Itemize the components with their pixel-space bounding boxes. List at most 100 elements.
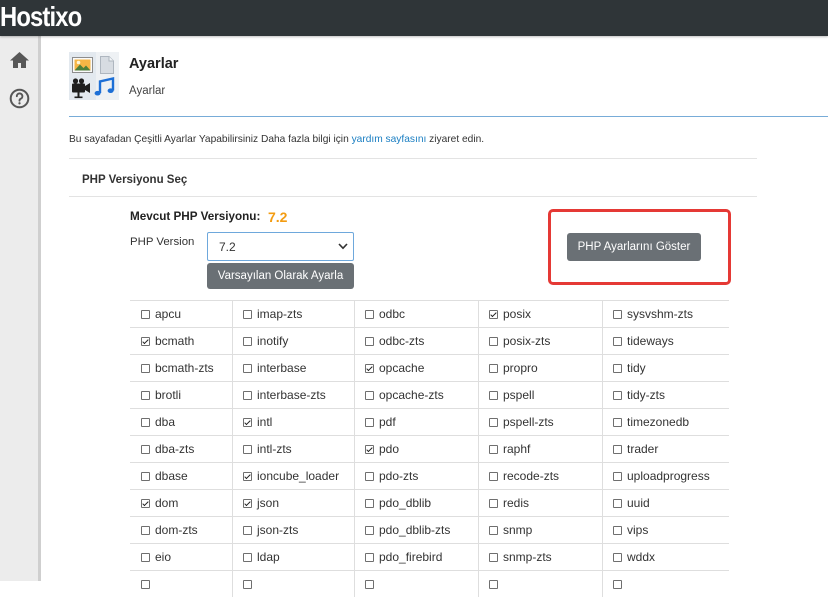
extension-option[interactable]: imap-zts: [243, 307, 302, 321]
show-php-settings-button[interactable]: PHP Ayarlarını Göster: [567, 233, 701, 261]
extension-checkbox[interactable]: [613, 417, 622, 427]
extension-option[interactable]: brotli: [141, 388, 181, 402]
extension-option[interactable]: trader: [613, 442, 658, 456]
extension-checkbox[interactable]: [613, 525, 622, 535]
extension-checkbox[interactable]: [141, 525, 150, 535]
extension-option[interactable]: json-zts: [243, 523, 298, 537]
extension-checkbox[interactable]: [365, 309, 374, 319]
extension-checkbox[interactable]: [243, 390, 252, 400]
extension-option[interactable]: pdo: [365, 442, 399, 456]
extension-checkbox[interactable]: [365, 336, 374, 346]
extension-checkbox[interactable]: [243, 309, 252, 319]
extension-checkbox[interactable]: [489, 363, 498, 373]
extension-option[interactable]: uploadprogress: [613, 469, 710, 483]
extension-option[interactable]: snmp-zts: [489, 550, 552, 564]
extension-option[interactable]: snmp: [489, 523, 532, 537]
extension-option[interactable]: redis: [489, 496, 529, 510]
extension-option[interactable]: pspell: [489, 388, 534, 402]
extension-checkbox[interactable]: [613, 336, 622, 346]
extension-checkbox[interactable]: [613, 309, 622, 319]
extension-checkbox[interactable]: [141, 552, 150, 562]
extension-option[interactable]: eio: [141, 550, 171, 564]
extension-checkbox[interactable]: [489, 417, 498, 427]
extension-checkbox[interactable]: [613, 444, 622, 454]
extension-checkbox[interactable]: [489, 525, 498, 535]
extension-checkbox[interactable]: [243, 471, 252, 481]
extension-checkbox[interactable]: [489, 336, 498, 346]
extension-checkbox[interactable]: [141, 417, 150, 427]
extension-checkbox[interactable]: [141, 309, 150, 319]
set-default-button[interactable]: Varsayılan Olarak Ayarla: [207, 263, 354, 289]
extension-option[interactable]: pdo_dblib-zts: [365, 523, 450, 537]
extension-option[interactable]: vips: [613, 523, 648, 537]
extension-checkbox[interactable]: [489, 552, 498, 562]
extension-option[interactable]: dba-zts: [141, 442, 194, 456]
extension-option[interactable]: tidy-zts: [613, 388, 665, 402]
extension-checkbox[interactable]: [141, 363, 150, 373]
extension-checkbox[interactable]: [243, 525, 252, 535]
sidebar-item-home[interactable]: [7, 49, 31, 71]
extension-checkbox[interactable]: [489, 471, 498, 481]
extension-checkbox[interactable]: [141, 444, 150, 454]
extension-option[interactable]: uuid: [613, 496, 650, 510]
extension-checkbox[interactable]: [613, 471, 622, 481]
extension-option[interactable]: wddx: [613, 550, 655, 564]
extension-option[interactable]: tidy: [613, 361, 646, 375]
extension-option[interactable]: timezonedb: [613, 415, 689, 429]
extension-checkbox[interactable]: [243, 552, 252, 562]
extension-option[interactable]: posix: [489, 307, 531, 321]
extension-checkbox[interactable]: [243, 444, 252, 454]
extension-option[interactable]: propro: [489, 361, 538, 375]
extension-option[interactable]: pdo_dblib: [365, 496, 431, 510]
extension-checkbox[interactable]: [489, 498, 498, 508]
extension-option[interactable]: dom-zts: [141, 523, 198, 537]
php-version-select[interactable]: 7.2: [207, 232, 354, 261]
extension-option[interactable]: dba: [141, 415, 175, 429]
extension-checkbox[interactable]: [141, 390, 150, 400]
extension-checkbox[interactable]: [613, 390, 622, 400]
extension-option[interactable]: ioncube_loader: [243, 469, 339, 483]
extension-checkbox[interactable]: [141, 498, 150, 508]
extension-option[interactable]: pdo-zts: [365, 469, 418, 483]
extension-option[interactable]: json: [243, 496, 279, 510]
extension-option[interactable]: dom: [141, 496, 178, 510]
extension-option[interactable]: dbase: [141, 469, 188, 483]
extension-checkbox[interactable]: [365, 471, 374, 481]
extension-checkbox[interactable]: [489, 309, 498, 319]
extension-option[interactable]: intl: [243, 415, 272, 429]
extension-checkbox[interactable]: [613, 363, 622, 373]
extension-option[interactable]: opcache-zts: [365, 388, 444, 402]
extension-option[interactable]: odbc-zts: [365, 334, 424, 348]
brand-logo[interactable]: Hostixo: [0, 2, 82, 32]
extension-checkbox[interactable]: [243, 336, 252, 346]
extension-option[interactable]: bcmath: [141, 334, 194, 348]
extension-option[interactable]: interbase-zts: [243, 388, 326, 402]
extension-checkbox[interactable]: [243, 363, 252, 373]
extension-checkbox[interactable]: [141, 471, 150, 481]
extension-checkbox[interactable]: [365, 498, 374, 508]
extension-checkbox[interactable]: [365, 552, 374, 562]
extension-checkbox[interactable]: [365, 444, 374, 454]
extension-checkbox[interactable]: [489, 390, 498, 400]
extension-option[interactable]: opcache: [365, 361, 424, 375]
extension-option[interactable]: pdf: [365, 415, 396, 429]
extension-checkbox[interactable]: [613, 552, 622, 562]
extension-option[interactable]: inotify: [243, 334, 288, 348]
extension-checkbox[interactable]: [365, 525, 374, 535]
extension-checkbox[interactable]: [243, 417, 252, 427]
extension-option[interactable]: ldap: [243, 550, 280, 564]
extension-option[interactable]: posix-zts: [489, 334, 550, 348]
extension-option[interactable]: intl-zts: [243, 442, 292, 456]
extension-checkbox[interactable]: [489, 444, 498, 454]
extension-checkbox[interactable]: [365, 417, 374, 427]
extension-option[interactable]: bcmath-zts: [141, 361, 214, 375]
extension-option[interactable]: raphf: [489, 442, 530, 456]
extension-option[interactable]: tideways: [613, 334, 674, 348]
extension-option[interactable]: interbase: [243, 361, 306, 375]
extension-option[interactable]: sysvshm-zts: [613, 307, 693, 321]
extension-checkbox[interactable]: [365, 390, 374, 400]
extension-option[interactable]: recode-zts: [489, 469, 559, 483]
extension-option[interactable]: pspell-zts: [489, 415, 554, 429]
extension-checkbox[interactable]: [613, 498, 622, 508]
extension-checkbox[interactable]: [141, 336, 150, 346]
